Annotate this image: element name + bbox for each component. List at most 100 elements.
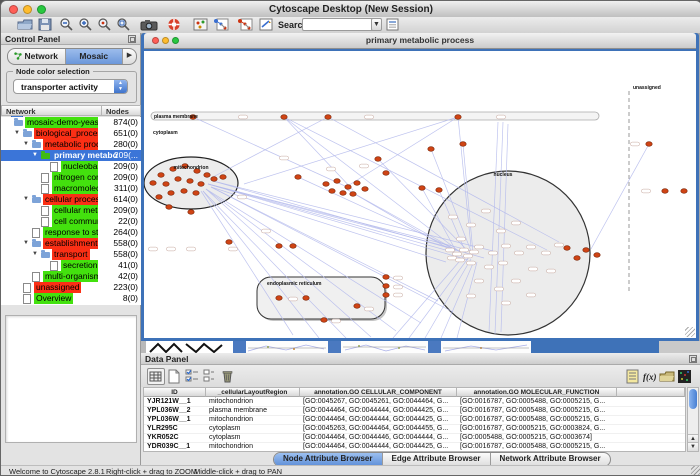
network-node[interactable]: [158, 173, 164, 178]
tree-row-label[interactable]: biological_process: [34, 128, 108, 139]
table-cell[interactable]: [GO:0016787, GO:0005488, GO:0005215, G..…: [457, 397, 617, 406]
network-node[interactable]: [156, 195, 162, 200]
annotation-notes-icon[interactable]: [624, 368, 642, 385]
network-node[interactable]: [681, 189, 687, 194]
network-node-label-chip[interactable]: [499, 261, 508, 265]
network-node[interactable]: [383, 275, 389, 280]
network-node[interactable]: [428, 147, 434, 152]
color-attribute-dropdown[interactable]: transporter activity ▲▼: [13, 79, 128, 94]
network-node[interactable]: [375, 157, 381, 162]
network-node[interactable]: [175, 177, 181, 182]
table-scrollbar[interactable]: ▲ ▼: [687, 387, 699, 452]
open-session-icon[interactable]: [17, 18, 34, 31]
zoom-selected-icon[interactable]: [97, 18, 111, 31]
network-node-label-chip[interactable]: [289, 297, 298, 301]
float-panel-icon[interactable]: [128, 35, 136, 43]
network-node[interactable]: [383, 284, 389, 289]
network-node-label-chip[interactable]: [238, 195, 247, 199]
network-node[interactable]: [193, 191, 199, 196]
tree-row[interactable]: ▼establishment of lo558(0): [1, 238, 141, 249]
network-node-label-chip[interactable]: [394, 276, 403, 280]
tree-row[interactable]: macromolecule311(0): [1, 183, 141, 194]
network-edge[interactable]: [284, 117, 353, 190]
network-node-label-chip[interactable]: [187, 247, 196, 251]
delete-attribute-trash-icon[interactable]: [219, 368, 237, 385]
tab-overflow-arrow[interactable]: ▶: [123, 49, 136, 64]
network-node-label-chip[interactable]: [453, 252, 462, 256]
network-edge[interactable]: [201, 191, 293, 335]
create-attribute-icon[interactable]: [165, 368, 183, 385]
tree-row[interactable]: multi-organism pro42(0): [1, 271, 141, 282]
disclosure-triangle-icon[interactable]: ▼: [23, 196, 29, 202]
network-node[interactable]: [594, 253, 600, 258]
network-node-label-chip[interactable]: [467, 294, 476, 298]
network-node-label-chip[interactable]: [527, 245, 536, 249]
network-node-label-chip[interactable]: [229, 247, 238, 251]
network-node-label-chip[interactable]: [460, 248, 469, 252]
network-node[interactable]: [574, 256, 580, 261]
import-attributes-icon[interactable]: [386, 18, 400, 31]
float-panel-icon[interactable]: [689, 355, 697, 363]
network-node[interactable]: [460, 142, 466, 147]
network-node-label-chip[interactable]: [497, 115, 506, 119]
table-cell[interactable]: mitochondrion: [206, 442, 300, 451]
attribute-select-icon[interactable]: [147, 368, 165, 385]
tree-row[interactable]: response to stimul264(0): [1, 227, 141, 238]
network-node[interactable]: [383, 293, 389, 298]
network-node[interactable]: [334, 179, 340, 184]
network-node[interactable]: [646, 142, 652, 147]
background-window-border[interactable]: [531, 341, 659, 353]
table-cell[interactable]: [GO:0044464, GO:0044446, GO:0044444, G..…: [300, 433, 457, 442]
network-node-label-chip[interactable]: [464, 254, 473, 258]
tree-row[interactable]: ▼transport558(0): [1, 249, 141, 260]
tree-row[interactable]: ▼biological_process651(0): [1, 128, 141, 139]
network-node-label-chip[interactable]: [327, 167, 336, 171]
network-node-label-chip[interactable]: [456, 258, 465, 262]
formula-builder-icon[interactable]: f(x): [641, 368, 659, 385]
snapshot-camera-icon[interactable]: [140, 18, 158, 31]
network-node[interactable]: [345, 185, 351, 190]
network-node-label-chip[interactable]: [239, 115, 248, 119]
table-cell[interactable]: [GO:0016787, GO:0005488, GO:0005215, G..…: [457, 415, 617, 424]
network-node[interactable]: [220, 175, 226, 180]
birdseye-view-panel[interactable]: [5, 315, 137, 443]
disclosure-triangle-icon[interactable]: ▼: [23, 240, 29, 246]
network-node[interactable]: [662, 189, 668, 194]
table-cell[interactable]: YJR121W__1: [144, 397, 206, 406]
col-header-molecular-function[interactable]: annotation.GO MOLECULAR_FUNCTION: [457, 388, 617, 397]
network-node[interactable]: [325, 115, 331, 120]
network-node[interactable]: [350, 192, 356, 197]
table-cell[interactable]: [GO:0016787, GO:0005488, GO:0005215, G..…: [457, 406, 617, 415]
network-node-label-chip[interactable]: [482, 209, 491, 213]
scroll-down-arrow[interactable]: ▼: [688, 442, 698, 451]
disclosure-triangle-icon[interactable]: ▼: [14, 130, 20, 136]
unselect-attributes-icon[interactable]: [201, 368, 219, 385]
network-node-label-chip[interactable]: [394, 285, 403, 289]
network-node[interactable]: [211, 177, 217, 182]
network-node-label-chip[interactable]: [515, 251, 524, 255]
background-window-fragment[interactable]: [441, 341, 531, 353]
network-node-label-chip[interactable]: [502, 244, 511, 248]
tree-row-label[interactable]: Overview: [34, 293, 73, 304]
table-cell[interactable]: [GO:0045267, GO:0045261, GO:0044464, G..…: [300, 397, 457, 406]
network-node[interactable]: [187, 179, 193, 184]
network-node[interactable]: [340, 191, 346, 196]
network-node[interactable]: [564, 246, 570, 251]
network-node-label-chip[interactable]: [394, 293, 403, 297]
network-node[interactable]: [455, 115, 461, 120]
background-window-border[interactable]: [328, 341, 341, 353]
network-node-label-chip[interactable]: [167, 247, 176, 251]
network-node[interactable]: [295, 175, 301, 180]
network-node[interactable]: [188, 210, 194, 215]
tree-row-label[interactable]: unassigned: [34, 282, 81, 293]
tree-row-label[interactable]: cellular process: [43, 194, 106, 205]
tree-row[interactable]: cellular metabo209(0): [1, 205, 141, 216]
network-node[interactable]: [168, 191, 174, 196]
network-edge[interactable]: [591, 144, 649, 249]
tree-row[interactable]: ▼cellular process614(0): [1, 194, 141, 205]
select-attributes-icon[interactable]: [183, 368, 201, 385]
tree-col-nodes[interactable]: Nodes: [102, 105, 141, 116]
tree-col-network[interactable]: Network: [1, 105, 102, 116]
network-node-label-chip[interactable]: [642, 189, 651, 193]
network-node-label-chip[interactable]: [262, 229, 271, 233]
